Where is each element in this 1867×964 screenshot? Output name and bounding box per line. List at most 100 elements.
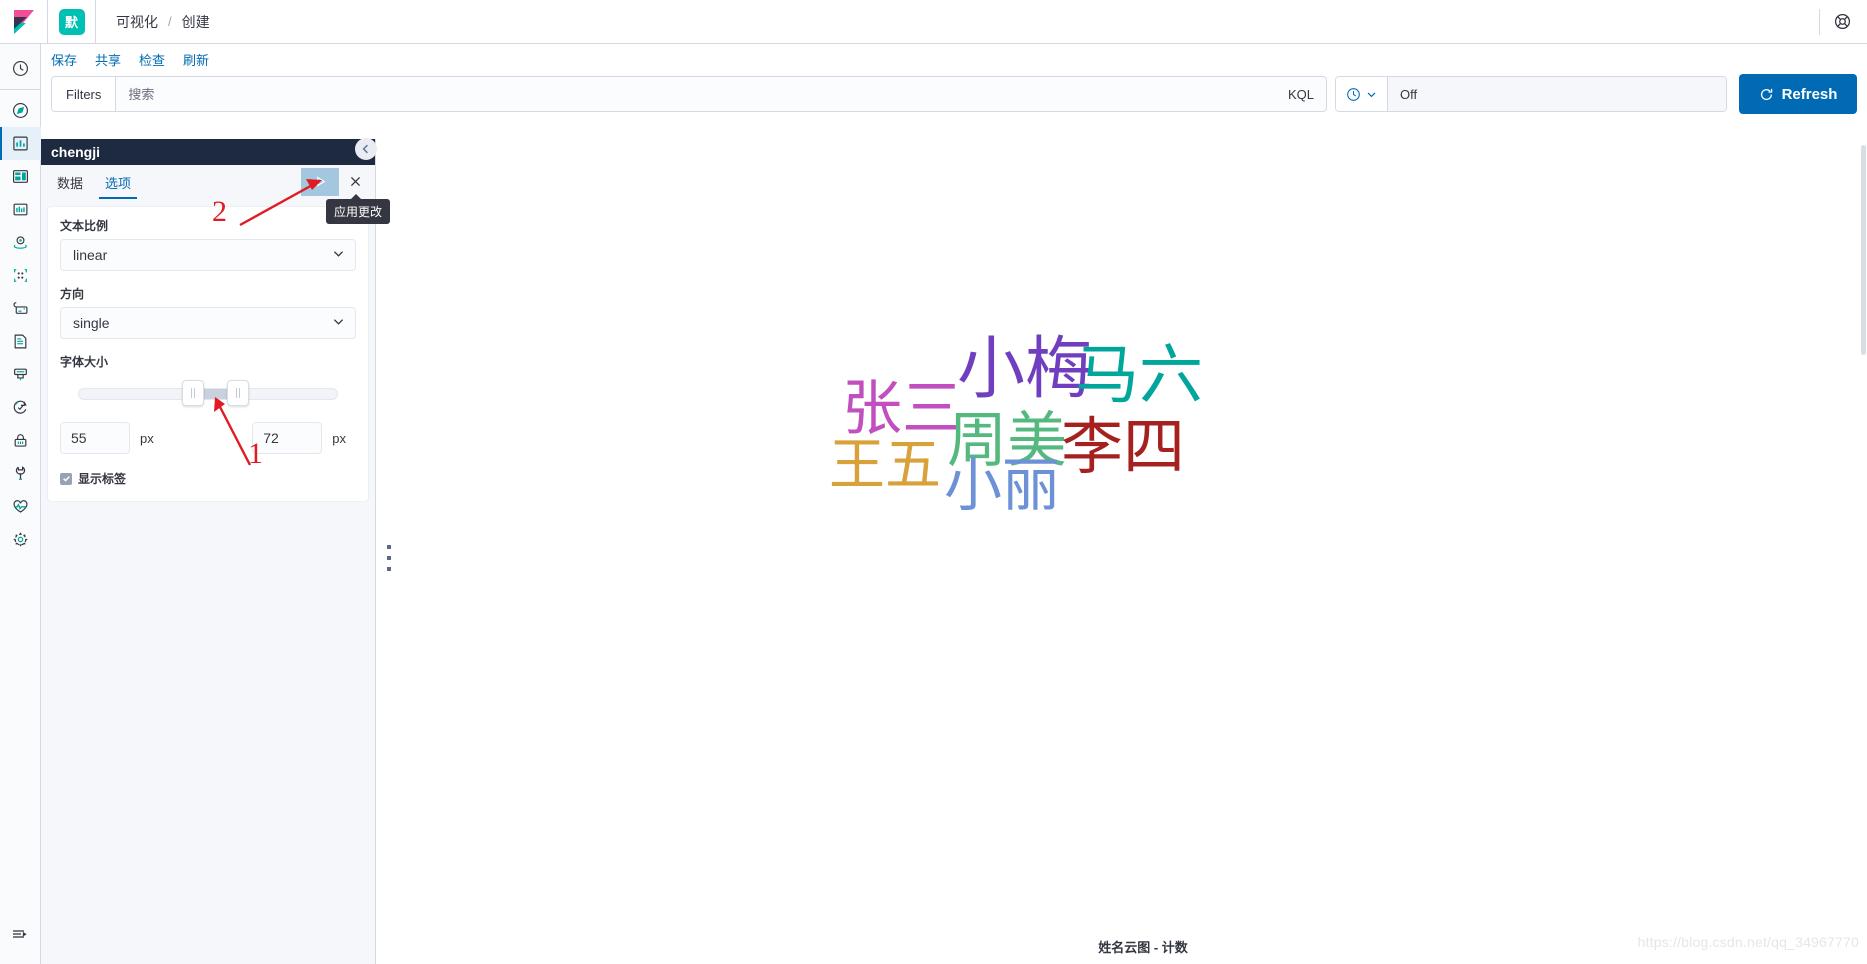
sidebar-item-canvas[interactable]	[0, 193, 41, 226]
orientation-value: single	[73, 315, 110, 331]
watermark-url: https://blog.csdn.net/qq_34967770	[1637, 934, 1859, 950]
play-triangle-icon	[316, 176, 325, 187]
font-size-min-input[interactable]	[60, 422, 130, 454]
font-size-min-unit: px	[140, 430, 154, 446]
range-thumb-max[interactable]	[227, 380, 249, 406]
chevron-down-icon	[1367, 92, 1376, 97]
sidebar-item-dev-tools[interactable]	[0, 457, 41, 490]
primary-nav-rail	[0, 44, 41, 964]
sidebar-item-recently-viewed[interactable]	[0, 52, 41, 85]
sidebar-item-apm[interactable]	[0, 358, 41, 391]
text-scale-label: 文本比例	[60, 219, 109, 233]
word-cloud: 小梅 马六 张三 周美 李四 王五 小丽	[419, 139, 1867, 918]
word-cloud-item[interactable]: 马六	[1075, 343, 1203, 407]
vertical-scrollbar[interactable]	[1859, 139, 1867, 964]
sidebar-item-management[interactable]	[0, 523, 41, 556]
refresh-icon	[1760, 88, 1772, 100]
apply-changes-button[interactable]	[301, 167, 339, 196]
sidebar-item-infrastructure[interactable]	[0, 292, 41, 325]
text-scale-select[interactable]: linear	[60, 239, 356, 271]
sidebar-item-visualize[interactable]	[0, 127, 41, 160]
breadcrumb-item-create[interactable]: 创建	[182, 12, 210, 32]
range-thumb-min[interactable]	[182, 380, 204, 406]
query-bar: Filters KQL Off Refresh	[41, 74, 1867, 114]
machine-learning-icon	[13, 269, 27, 282]
tab-options[interactable]: 选项	[99, 165, 138, 199]
font-size-inputs: px px	[60, 422, 356, 454]
word-cloud-item[interactable]: 小梅	[957, 335, 1093, 403]
dashboard-grid-icon	[12, 170, 28, 183]
infrastructure-icon	[12, 302, 27, 314]
sidebar-item-maps[interactable]	[0, 226, 41, 259]
quick-select-button[interactable]	[1336, 77, 1388, 111]
orientation-select[interactable]: single	[60, 307, 356, 339]
show-label-text: 显示标签	[78, 472, 127, 486]
show-label-row[interactable]: 显示标签	[60, 470, 356, 487]
text-scale-value: linear	[73, 247, 108, 263]
breadcrumb-separator: /	[168, 14, 172, 29]
apm-icon	[13, 368, 27, 381]
sidebar-item-uptime[interactable]	[0, 391, 41, 424]
word-cloud-item[interactable]: 张三	[842, 379, 962, 439]
heartbeat-icon	[13, 500, 27, 513]
chevron-left-icon	[362, 144, 368, 154]
chevron-down-icon	[332, 315, 345, 331]
breadcrumb: 可视化 / 创建	[96, 12, 210, 32]
sidebar-item-dashboard[interactable]	[0, 160, 41, 193]
tab-data[interactable]: 数据	[51, 165, 89, 199]
query-language-button[interactable]: KQL	[1276, 77, 1326, 111]
clock-icon	[1347, 87, 1360, 101]
editor-title-bar: chengji	[41, 139, 375, 165]
space-badge: 默	[58, 8, 85, 35]
share-button[interactable]: 共享	[95, 50, 121, 69]
nav-divider	[0, 89, 40, 90]
lifebuoy-help-icon[interactable]	[1834, 13, 1851, 30]
inspect-button[interactable]: 检查	[139, 50, 165, 69]
sidebar-item-logs[interactable]	[0, 325, 41, 358]
vis-editor-panel: chengji 数据 选项 应用更改 文本比例 linear 方向 single…	[41, 139, 391, 964]
word-cloud-item[interactable]: 小丽	[944, 457, 1060, 515]
kibana-logo[interactable]	[0, 0, 48, 44]
sidebar-item-discover[interactable]	[0, 94, 41, 127]
editor-tab-actions	[301, 167, 375, 196]
word-cloud-item[interactable]: 李四	[1061, 417, 1185, 479]
refresh-button[interactable]: Refresh	[1739, 74, 1857, 114]
save-button[interactable]: 保存	[51, 50, 77, 69]
editor-tabs: 数据 选项	[41, 165, 375, 199]
chevron-down-icon	[332, 247, 345, 263]
space-selector[interactable]: 默	[48, 0, 96, 44]
font-size-dual-range[interactable]	[64, 380, 352, 406]
refresh-button-label: Refresh	[1781, 85, 1838, 103]
word-cloud-item[interactable]: 王五	[829, 437, 941, 493]
close-x-icon	[350, 176, 360, 187]
menu-collapse-icon	[13, 929, 27, 938]
apply-changes-tooltip: 应用更改	[326, 194, 391, 224]
kibana-logo-icon	[13, 9, 34, 34]
annotation-label-2: 2	[212, 195, 227, 228]
canvas-icon	[13, 203, 27, 216]
header-divider	[1819, 8, 1820, 35]
logs-document-icon	[14, 334, 26, 349]
sidebar-item-monitoring[interactable]	[0, 490, 41, 523]
collapse-editor-button[interactable]	[355, 138, 377, 160]
refresh-interval-value[interactable]: Off	[1388, 77, 1726, 111]
panel-resize-handle[interactable]	[385, 545, 393, 571]
close-editor-button[interactable]	[339, 168, 371, 196]
security-lock-icon	[14, 434, 26, 447]
orientation-label: 方向	[60, 287, 85, 301]
nav-collapse-toggle[interactable]	[0, 917, 41, 950]
sidebar-item-machine-learning[interactable]	[0, 259, 41, 292]
sidebar-item-siem[interactable]	[0, 424, 41, 457]
app-toolbar: 保存 共享 检查 刷新	[41, 44, 1867, 74]
annotation-label-1: 1	[248, 437, 263, 470]
search-input[interactable]	[116, 77, 1276, 111]
wrench-icon	[15, 466, 25, 480]
show-label-checkbox[interactable]	[60, 472, 72, 485]
refresh-interval-control: Off	[1335, 76, 1727, 112]
breadcrumb-item-visualize[interactable]: 可视化	[116, 12, 158, 32]
filters-button[interactable]: Filters	[52, 77, 117, 111]
page-title: chengji	[51, 144, 101, 160]
refresh-link-button[interactable]: 刷新	[183, 50, 209, 69]
visualization-canvas: 小梅 马六 张三 周美 李四 王五 小丽 姓名云图 - 计数 https://b…	[419, 139, 1867, 964]
gear-icon	[13, 532, 27, 547]
